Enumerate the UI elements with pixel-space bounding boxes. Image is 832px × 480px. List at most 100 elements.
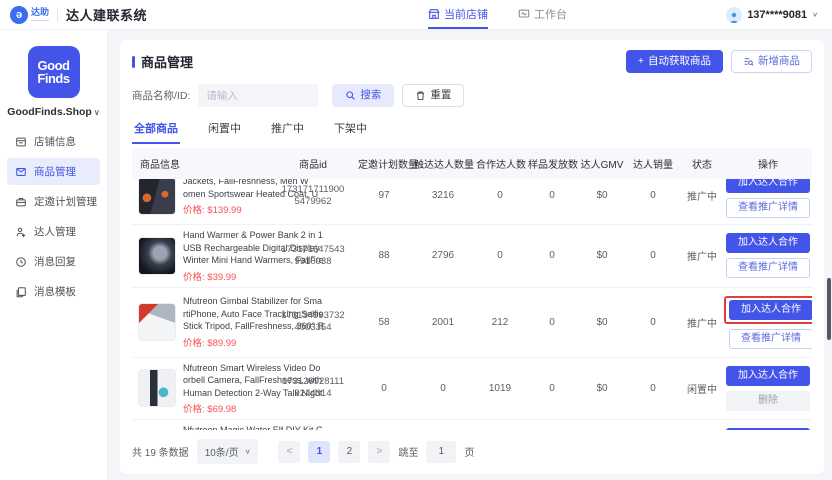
sidebar: Good Finds GoodFinds.Shop∨ 店铺信息 (0, 30, 108, 480)
nav-current-shop[interactable]: 当前店铺 (428, 0, 488, 29)
reach-count: 0 (412, 379, 474, 398)
plan-count: 0 (356, 379, 412, 398)
sidebar-item-label: 消息模板 (34, 284, 76, 299)
person-icon (15, 226, 27, 238)
reach-count: 3216 (412, 186, 474, 205)
brand-tagline (31, 19, 49, 21)
join-cooperation-button[interactable]: 加入达人合作 (726, 233, 810, 253)
list-search-icon (743, 56, 754, 67)
product-id: 1731349937324003354 (270, 306, 356, 338)
shop-selector[interactable]: GoodFinds.Shop∨ (0, 106, 107, 118)
chevron-down-icon: ∨ (812, 11, 818, 18)
page-title: 商品管理 (141, 52, 193, 71)
table-row: Nfutreon Smart Wireless Video Do orbell … (132, 358, 812, 421)
product-title-line: rtiPhone, Auto Face Tracking Selfie (183, 308, 268, 321)
sidebar-item-shop-info[interactable]: 店铺信息 (7, 128, 100, 155)
tab-promoting[interactable]: 推广中 (269, 117, 306, 144)
add-product-button[interactable]: 新增商品 (731, 50, 812, 73)
jump-to-label: 跳至 (398, 444, 418, 459)
coop-count: 0 (474, 246, 526, 265)
nav-workbench[interactable]: 工作台 (518, 0, 567, 29)
gmv-value: $0 (578, 379, 626, 398)
join-cooperation-button[interactable]: 加入达人合作 (729, 300, 812, 320)
product-search-input[interactable] (198, 84, 318, 107)
sample-count: 0 (526, 313, 578, 332)
product-title-line: Stick Tripod, FallFreshness, 360° R (183, 320, 268, 333)
col-reach-count: 触达达人数量 (412, 148, 474, 179)
sales-value: 0 (626, 186, 680, 205)
tab-idle[interactable]: 闲置中 (206, 117, 243, 144)
reach-count: 2796 (412, 246, 474, 265)
chat-clock-icon (15, 256, 27, 268)
sidebar-item-influencer-management[interactable]: 达人管理 (7, 218, 100, 245)
user-menu[interactable]: 137****9081 ∨ (726, 7, 818, 23)
page-size-value: 10条/页 (205, 444, 239, 459)
prev-page-button[interactable]: < (278, 441, 300, 463)
brand-logo-text: 达助 (31, 8, 49, 21)
sidebar-item-invite-plan[interactable]: 定邀计划管理 (7, 188, 100, 215)
col-actions: 操作 (724, 148, 812, 179)
gmv-value: $0 (578, 246, 626, 265)
sample-count: 0 (526, 186, 578, 205)
sidebar-item-label: 定邀计划管理 (34, 194, 97, 209)
status-text: 推广中 (680, 311, 724, 334)
shop-logo-line2: Finds (37, 72, 69, 85)
col-gmv: 达人GMV (578, 148, 626, 179)
view-promotion-button[interactable]: 查看推广详情 (729, 329, 812, 349)
col-product-info: 商品信息 (132, 148, 270, 179)
sales-value: 0 (626, 379, 680, 398)
product-title-line: omen Sportswear Heated Coat, U (183, 188, 268, 201)
package-icon (15, 166, 27, 178)
next-page-button[interactable]: > (368, 441, 390, 463)
auto-fetch-products-button[interactable]: + 自动获取商品 (626, 50, 723, 73)
button-label: 新增商品 (758, 56, 800, 67)
sample-count: 0 (526, 246, 578, 265)
table-body: Jackets, FallFreshness, Men W omen Sport… (132, 179, 812, 430)
join-cooperation-button[interactable]: 加入达人合作 (726, 179, 810, 193)
product-image (138, 369, 176, 407)
page-button-2[interactable]: 2 (338, 441, 360, 463)
status-text: 闲置中 (680, 377, 724, 400)
top-nav: 当前店铺 工作台 (428, 0, 567, 29)
user-avatar (726, 7, 742, 23)
join-cooperation-button[interactable]: 加入达人合作 (726, 366, 810, 386)
trash-icon (415, 90, 426, 101)
delete-button[interactable]: 删除 (726, 391, 810, 411)
col-sales: 达人销量 (626, 148, 680, 179)
sidebar-item-product-management[interactable]: 商品管理 (7, 158, 100, 185)
main-content: 商品管理 + 自动获取商品 新增商品 (108, 30, 832, 480)
sidebar-item-label: 商品管理 (34, 164, 76, 179)
scrollbar-thumb[interactable] (827, 278, 831, 340)
view-promotion-button[interactable]: 查看推广详情 (726, 258, 810, 278)
table-row: Jackets, FallFreshness, Men W omen Sport… (132, 179, 812, 225)
sidebar-item-message-template[interactable]: 消息模板 (7, 278, 100, 305)
col-plan-count: 定邀计划数量 (356, 148, 412, 179)
product-price: 价格: $89.99 (183, 335, 268, 349)
product-image (138, 237, 176, 275)
search-button[interactable]: 搜索 (332, 84, 394, 107)
product-title-line: Jackets, FallFreshness, Men W (183, 179, 268, 188)
product-image (138, 179, 176, 215)
tab-delisted[interactable]: 下架中 (332, 117, 369, 144)
reach-count: 2001 (412, 313, 474, 332)
table-header: 商品信息 商品id 定邀计划数量 触达达人数量 合作达人数 样品发放数 达人GM… (132, 148, 812, 179)
product-price: 价格: $39.99 (183, 269, 268, 283)
product-image (138, 303, 176, 341)
template-icon (15, 286, 27, 298)
tab-all-products[interactable]: 全部商品 (132, 117, 180, 144)
table-row: Nfutreon Gimbal Stabilizer for Sma rtiPh… (132, 288, 812, 358)
jump-page-input[interactable] (426, 441, 456, 463)
col-status: 状态 (680, 148, 724, 179)
sidebar-item-label: 达人管理 (34, 224, 76, 239)
top-bar: ə 达助 达人建联系统 当前店铺 工作 (0, 0, 832, 30)
page-size-select[interactable]: 10条/页 ∨ (197, 439, 259, 464)
coop-count: 0 (474, 186, 526, 205)
nav-label: 当前店铺 (444, 6, 488, 22)
sidebar-item-message-reply[interactable]: 消息回复 (7, 248, 100, 275)
system-title: 达人建联系统 (66, 5, 147, 24)
reset-button[interactable]: 重置 (402, 84, 464, 107)
page-button-1[interactable]: 1 (308, 441, 330, 463)
product-title-line: Human Detection 2-Way Talk Night (183, 387, 268, 400)
view-promotion-button[interactable]: 查看推广详情 (726, 198, 810, 218)
storefront-icon (15, 136, 27, 148)
